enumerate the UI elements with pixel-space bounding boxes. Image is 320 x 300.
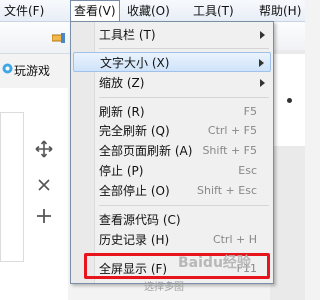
menu-item-label: 查看源代码 (C) bbox=[99, 213, 181, 227]
menu-view[interactable]: 查看(V) bbox=[70, 0, 120, 23]
favorites-bar: 玩游戏 bbox=[0, 55, 80, 85]
menu-item-shortcut: Esc bbox=[238, 164, 257, 177]
game-icon bbox=[2, 63, 13, 77]
move-icon[interactable] bbox=[30, 140, 58, 168]
menu-item-shortcut: Shift + F5 bbox=[202, 144, 257, 157]
left-panel bbox=[0, 112, 24, 262]
watermark-subtext: 选择多图 bbox=[144, 282, 184, 293]
menu-item-refresh[interactable]: 刷新 (R) F5 bbox=[73, 102, 271, 122]
menu-item-zoom[interactable]: 缩放 (Z) bbox=[73, 73, 271, 93]
view-dropdown-menu: 工具栏 (T) 文字大小 (X) 缩放 (Z) 刷新 (R) F5 完全刷新 (… bbox=[70, 21, 274, 284]
close-icon[interactable] bbox=[30, 178, 58, 206]
menu-item-shortcut: F5 bbox=[243, 105, 257, 118]
menu-item-stop-all[interactable]: 全部停止 (O) Shift + Esc bbox=[73, 181, 271, 201]
menu-item-label: 历史记录 (H) bbox=[99, 233, 170, 247]
favorite-games-link[interactable]: 玩游戏 bbox=[14, 62, 50, 79]
menu-item-label: 停止 (P) bbox=[99, 164, 144, 178]
menu-separator bbox=[99, 97, 269, 98]
menu-item-shortcut: Ctrl + F5 bbox=[207, 124, 257, 137]
menu-item-view-source[interactable]: 查看源代码 (C) bbox=[73, 210, 271, 230]
menu-item-history[interactable]: 历史记录 (H) Ctrl + H bbox=[73, 230, 271, 250]
menu-item-label: 刷新 (R) bbox=[99, 105, 145, 119]
pin-icon[interactable] bbox=[51, 32, 66, 47]
menu-separator bbox=[99, 48, 269, 49]
menu-tools[interactable]: 工具(T) bbox=[193, 0, 234, 22]
menu-file[interactable]: 文件(F) bbox=[4, 0, 44, 22]
watermark: Baidu经验 选择多图 bbox=[144, 252, 251, 293]
menu-favorites[interactable]: 收藏(O) bbox=[127, 0, 170, 22]
watermark-text: Baidu经验 bbox=[178, 255, 251, 271]
menu-item-label: 文字大小 (X) bbox=[100, 56, 170, 70]
submenu-arrow-icon bbox=[260, 79, 265, 87]
menu-item-shortcut: Ctrl + H bbox=[212, 233, 257, 246]
menu-help[interactable]: 帮助(H) bbox=[259, 0, 301, 22]
menu-item-text-size[interactable]: 文字大小 (X) bbox=[73, 52, 271, 72]
right-card bbox=[273, 54, 305, 146]
menu-item-label: 缩放 (Z) bbox=[99, 76, 145, 90]
menu-item-full-refresh[interactable]: 完全刷新 (Q) Ctrl + F5 bbox=[73, 121, 271, 141]
menu-item-shortcut: Shift + Esc bbox=[197, 184, 257, 197]
submenu-arrow-icon bbox=[260, 31, 265, 39]
menu-separator bbox=[99, 205, 269, 206]
menu-item-label: 工具栏 (T) bbox=[99, 28, 156, 42]
menu-item-label: 全部页面刷新 (A) bbox=[99, 144, 193, 158]
bullet-dot bbox=[287, 98, 292, 103]
menu-item-label: 全部停止 (O) bbox=[99, 184, 170, 198]
menu-item-stop[interactable]: 停止 (P) Esc bbox=[73, 161, 271, 181]
submenu-arrow-icon bbox=[259, 59, 264, 67]
menu-item-refresh-all-pages[interactable]: 全部页面刷新 (A) Shift + F5 bbox=[73, 141, 271, 161]
plus-icon[interactable] bbox=[30, 208, 58, 236]
menu-item-toolbar[interactable]: 工具栏 (T) bbox=[73, 25, 271, 45]
menu-item-label: 完全刷新 (Q) bbox=[99, 124, 170, 138]
menu-bar: 文件(F) 查看(V) 收藏(O) 工具(T) 帮助(H) bbox=[0, 0, 305, 23]
